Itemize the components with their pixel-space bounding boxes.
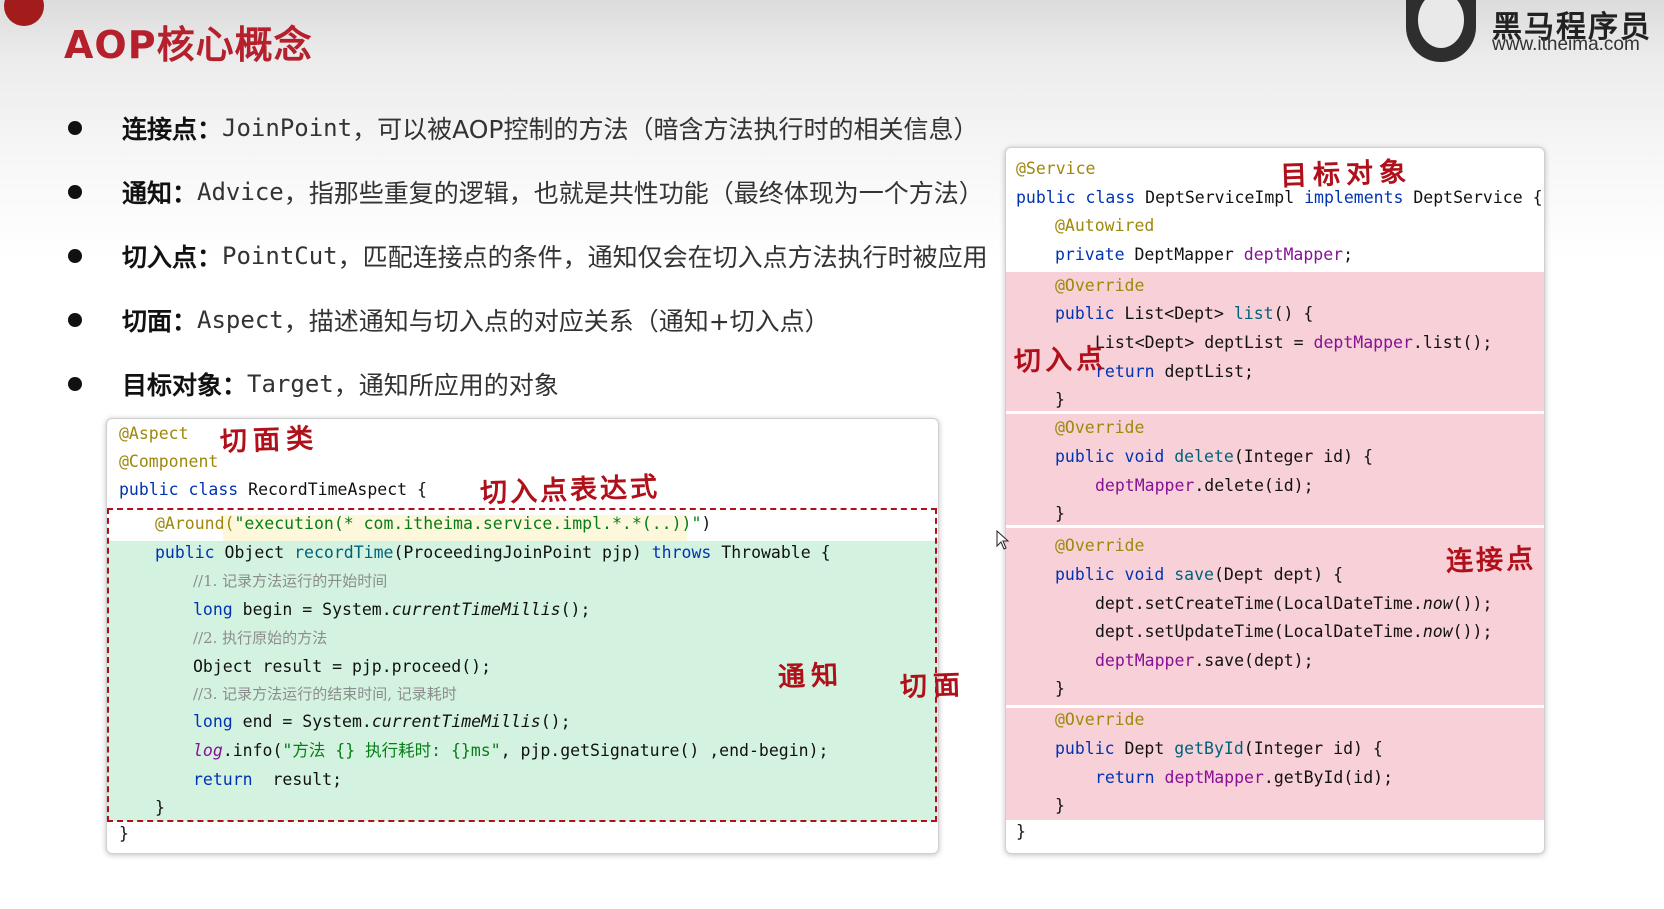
code-line: } [1055, 390, 1065, 409]
annotation-pointcut: 切入点 [1013, 343, 1108, 378]
annotation-aspect: 切面 [899, 669, 967, 704]
code-line: } [1055, 504, 1065, 523]
code-line: } [1055, 796, 1065, 815]
term-desc: ，描述通知与切入点的对应关系（通知+切入点） [283, 307, 830, 336]
code-line: dept.setUpdateTime(LocalDateTime.now()); [1095, 622, 1493, 641]
logo-url: www.itheima.com [1492, 34, 1640, 55]
bullet-icon [68, 249, 82, 263]
concept-list: 连接点： JoinPoint ，可以被AOP控制的方法（暗含方法执行时的相关信息） … [64, 96, 1024, 416]
code-line: public List<Dept> list() { [1055, 304, 1314, 323]
code-line: @Autowired [1055, 216, 1155, 235]
annotation-aspect-class: 切面类 [219, 423, 320, 458]
annotation-target-object: 目标对象 [1279, 156, 1413, 193]
term: 切面： [122, 307, 198, 336]
code-line: return deptMapper.getById(id); [1095, 768, 1394, 787]
code-line: } [1055, 679, 1065, 698]
term-en: JoinPoint [222, 114, 353, 142]
term-desc: ，匹配连接点的条件，通知仅会在切入点方法执行时被应用 [337, 243, 988, 272]
bullet-icon [68, 121, 82, 135]
list-item-advice: 通知： Advice ，指那些重复的逻辑，也就是共性功能（最终体现为一个方法） [64, 160, 1024, 224]
term-en: Target [247, 370, 334, 398]
term: 目标对象： [122, 371, 248, 400]
term-desc: ，可以被AOP控制的方法（暗含方法执行时的相关信息） [352, 115, 979, 144]
term-en: PointCut [222, 242, 338, 270]
term-en: Aspect [197, 306, 284, 334]
code-line: deptMapper.save(dept); [1095, 651, 1314, 670]
code-line: @Override [1055, 276, 1145, 295]
term: 通知： [122, 179, 198, 208]
target-code-card: @Service public class DeptServiceImpl im… [1005, 147, 1545, 854]
code-line: private DeptMapper deptMapper; [1055, 245, 1354, 264]
itheima-logo: 黑马程序员 www.itheima.com [1406, 0, 1664, 62]
term: 切入点： [122, 243, 223, 272]
code-line: List<Dept> deptList = deptMapper.list(); [1095, 333, 1493, 352]
code-line: } [119, 824, 129, 843]
code-line: deptMapper.delete(id); [1095, 476, 1314, 495]
code-line: return deptList; [1095, 362, 1254, 381]
bullet-icon [68, 313, 82, 327]
bullet-icon [68, 377, 82, 391]
horse-logo-icon [1406, 0, 1476, 62]
annotation-joinpoint: 连接点 [1445, 543, 1537, 578]
bullet-icon [68, 185, 82, 199]
annotation-pointcut-expression: 切入点表达式 [479, 471, 661, 510]
mouse-cursor-icon [996, 530, 1010, 550]
term: 连接点： [122, 115, 223, 144]
code-line: @Override [1055, 710, 1145, 729]
term-en: Advice [197, 178, 284, 206]
list-item-aspect: 切面： Aspect ，描述通知与切入点的对应关系（通知+切入点） [64, 288, 1024, 352]
decorative-red-dot [4, 0, 44, 26]
term-desc: ，通知所应用的对象 [333, 371, 559, 400]
code-line: public void delete(Integer id) { [1055, 447, 1373, 466]
code-line: @Override [1055, 418, 1145, 437]
code-line: public Dept getById(Integer id) { [1055, 739, 1383, 758]
code-line: } [1016, 822, 1026, 841]
list-item-target: 目标对象： Target ，通知所应用的对象 [64, 352, 1024, 416]
code-line: dept.setCreateTime(LocalDateTime.now()); [1095, 594, 1493, 613]
slide-title: AOP核心概念 [64, 23, 313, 67]
list-item-pointcut: 切入点： PointCut ，匹配连接点的条件，通知仅会在切入点方法执行时被应用 [64, 224, 1024, 288]
term-desc: ，指那些重复的逻辑，也就是共性功能（最终体现为一个方法） [283, 179, 984, 208]
list-item-joinpoint: 连接点： JoinPoint ，可以被AOP控制的方法（暗含方法执行时的相关信息） [64, 96, 1024, 160]
annotation-advice: 通知 [777, 659, 845, 694]
